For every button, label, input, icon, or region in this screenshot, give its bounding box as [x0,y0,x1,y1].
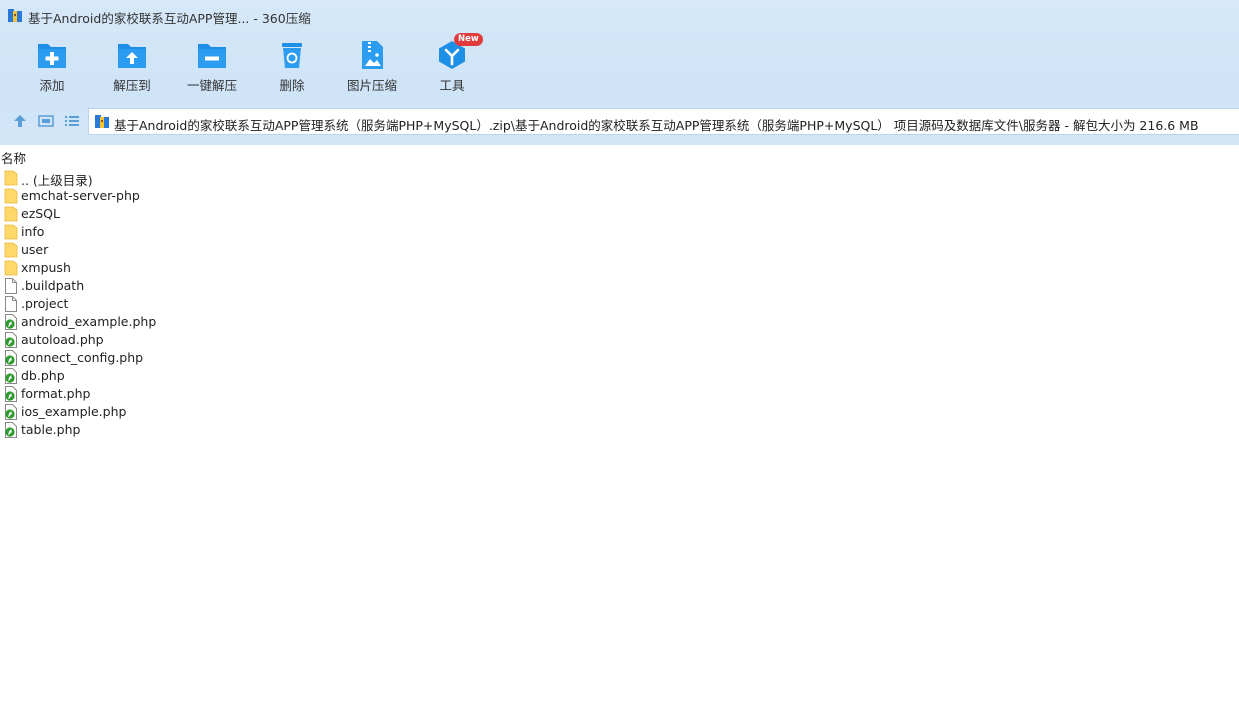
name-column-header[interactable]: 名称 [1,148,26,167]
thumbnail-view-icon[interactable] [38,113,54,129]
list-item[interactable]: android_example.php [0,313,1239,331]
list-item[interactable]: .buildpath [0,277,1239,295]
column-header: 名称 [0,145,1239,167]
php-file-icon [5,332,17,348]
file-name: db.php [21,368,65,383]
list-item[interactable]: ios_example.php [0,403,1239,421]
php-file-icon [5,404,17,420]
file-icon [5,278,17,294]
folder-icon [4,188,18,204]
list-item[interactable]: .project [0,295,1239,313]
list-item[interactable]: ezSQL [0,205,1239,223]
image-compress-icon [362,41,383,69]
file-name: ezSQL [21,206,60,221]
address-bar[interactable]: 基于Android的家校联系互动APP管理系统（服务端PHP+MySQL）.zi… [88,108,1239,135]
add-button[interactable]: 添加 [12,36,92,98]
file-name: info [21,224,45,239]
php-file-icon [5,368,17,384]
list-item[interactable]: db.php [0,367,1239,385]
delete-button[interactable]: 删除 [252,36,332,98]
recycle-bin-icon [282,43,302,68]
list-item[interactable]: xmpush [0,259,1239,277]
php-file-icon [5,422,17,438]
folder-icon [4,260,18,276]
list-item[interactable]: format.php [0,385,1239,403]
file-name: user [21,242,49,257]
address-path: 基于Android的家校联系互动APP管理系统（服务端PHP+MySQL）.zi… [114,118,1199,133]
navigation-bar: 基于Android的家校联系互动APP管理系统（服务端PHP+MySQL）.zi… [0,106,1239,136]
folder-icon [4,224,18,240]
php-file-icon [5,314,17,330]
list-item[interactable]: autoload.php [0,331,1239,349]
php-file-icon [5,386,17,402]
file-name: .buildpath [21,278,85,293]
file-icon [5,296,17,312]
php-file-icon [5,350,17,366]
file-name: emchat-server-php [21,188,140,203]
file-list: .. (上级目录) emchat-server-php ezSQL info user x… [0,169,1239,439]
folder-icon [4,242,18,258]
list-item[interactable]: table.php [0,421,1239,439]
file-name: xmpush [21,260,71,275]
file-name: connect_config.php [21,350,144,365]
one-click-extract-label: 一键解压 [186,78,237,93]
zip-archive-icon [95,115,109,128]
add-label: 添加 [39,78,65,93]
tools-button[interactable]: New 工具 [412,33,492,98]
top-panel: 基于Android的家校联系互动APP管理... - 360压缩 添加 解压到 [0,0,1239,145]
image-compress-button[interactable]: 图片压缩 [332,36,412,98]
folder-icon [4,170,18,186]
folder-icon [4,206,18,222]
extract-to-label: 解压到 [113,78,151,93]
list-item[interactable]: emchat-server-php [0,187,1239,205]
toolbar: 添加 解压到 一键解压 删除 图片压缩 New 工具 [0,33,600,98]
delete-label: 删除 [279,78,305,93]
file-name: android_example.php [21,314,157,329]
add-folder-icon [38,44,66,68]
one-click-extract-icon [198,44,226,68]
list-item[interactable]: info [0,223,1239,241]
title-bar: 基于Android的家校联系互动APP管理... - 360压缩 [0,0,1239,32]
tools-label: 工具 [439,78,465,93]
file-name: autoload.php [21,332,104,347]
file-name: .project [21,296,69,311]
list-view-icon[interactable] [64,113,80,129]
new-badge: New [454,33,483,46]
extract-to-button[interactable]: 解压到 [92,36,172,98]
file-name: table.php [21,422,81,437]
file-name: ios_example.php [21,404,127,419]
list-item[interactable]: connect_config.php [0,349,1239,367]
list-item[interactable]: .. (上级目录) [0,169,1239,188]
file-name: format.php [21,386,91,401]
extract-folder-icon [118,44,146,68]
image-compress-label: 图片压缩 [346,78,397,93]
one-click-extract-button[interactable]: 一键解压 [172,36,252,98]
list-item[interactable]: user [0,241,1239,259]
up-arrow-icon[interactable] [12,113,28,129]
window-title: 基于Android的家校联系互动APP管理... - 360压缩 [28,11,311,26]
archive-app-icon [8,9,22,22]
